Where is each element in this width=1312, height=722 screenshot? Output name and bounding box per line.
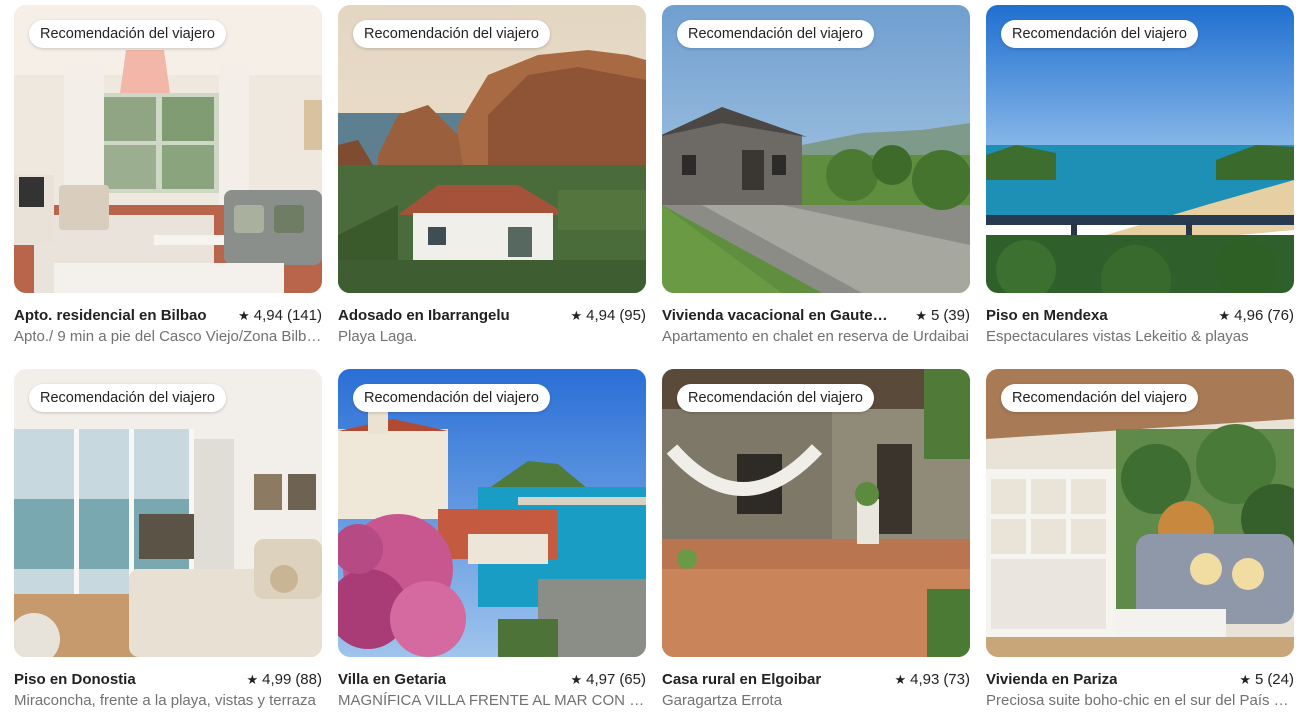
listing-photo[interactable]: Recomendación del viajero [338,5,646,293]
listing-subtitle: Preciosa suite boho-chic en el sur del P… [986,692,1294,709]
review-count: (24) [1267,671,1294,688]
review-count: (141) [286,307,322,324]
rating-value: 5 [1254,671,1264,688]
listing-subtitle: Garagartza Errota [662,692,783,709]
listing-subtitle: MAGNÍFICA VILLA FRENTE AL MAR CON JARDÍN [338,692,646,709]
star-icon: ★ [238,308,250,323]
listings-grid: Recomendación del viajero Apto. residenc… [0,0,1312,722]
review-count: (95) [619,307,646,324]
listing-photo[interactable]: Recomendación del viajero [338,369,646,657]
review-count: (39) [943,307,970,324]
rating-value: 4,94 [253,307,283,324]
bright-living-room-image [14,369,322,657]
rating-value: 4,94 [586,307,616,324]
star-icon: ★ [570,308,583,323]
listing-rating: ★ 4,96 (76) [1218,306,1294,325]
rating-value: 4,93 [910,671,940,688]
listing-title: Apto. residencial en Bilbao [14,307,207,324]
listing-title: Vivienda en Pariza [986,671,1118,688]
listing-card[interactable]: Recomendación del viajero Adosado en Iba… [338,5,646,346]
listing-title: Adosado en Ibarrangelu [338,307,510,324]
rating-value: 4,96 [1234,307,1264,324]
listing-rating: ★ 4,94 (95) [570,306,646,325]
listing-card[interactable]: Recomendación del viajero Casa rural en … [662,369,970,710]
listing-rating: ★ 4,97 (65) [570,670,646,689]
review-count: (76) [1267,307,1294,324]
traveler-recommendation-badge: Recomendación del viajero [1001,20,1198,48]
rural-patio-image [662,369,970,657]
listing-title: Vivienda vacacional en Gautegiz Arteaga [662,307,892,324]
listing-rating: ★ 5 (39) [915,306,970,325]
rating-value: 4,99 [262,671,292,688]
star-icon: ★ [915,308,927,323]
listing-title: Villa en Getaria [338,671,447,688]
listing-rating: ★ 4,93 (73) [894,670,970,689]
listing-photo[interactable]: Recomendación del viajero [14,369,322,657]
listing-rating: ★ 4,99 (88) [246,670,322,689]
traveler-recommendation-badge: Recomendación del viajero [29,20,226,48]
listing-title: Piso en Mendexa [986,307,1108,324]
coastal-cliff-house-image [338,5,646,293]
traveler-recommendation-badge: Recomendación del viajero [677,384,874,412]
listing-subtitle: Miraconcha, frente a la playa, vistas y … [14,692,316,709]
listing-rating: ★ 4,94 (141) [238,306,322,325]
traveler-recommendation-badge: Recomendación del viajero [677,20,874,48]
listing-subtitle: Playa Laga. [338,328,418,345]
listing-card[interactable]: Recomendación del viajero Vivienda en Pa… [986,369,1294,710]
rating-value: 5 [930,307,940,324]
listing-photo[interactable]: Recomendación del viajero [986,5,1294,293]
listing-card[interactable]: Recomendación del viajero Villa en Getar… [338,369,646,710]
listing-title: Casa rural en Elgoibar [662,671,822,688]
listing-subtitle: Apartamento en chalet en reserva de Urda… [662,328,969,345]
rating-value: 4,97 [586,671,616,688]
boho-suite-image [986,369,1294,657]
listing-subtitle: Apto./ 9 min a pie del Casco Viejo/Zona … [14,328,322,345]
beach-view-image [986,5,1294,293]
traveler-recommendation-badge: Recomendación del viajero [353,20,550,48]
traveler-recommendation-badge: Recomendación del viajero [29,384,226,412]
listing-title: Piso en Donostia [14,671,136,688]
star-icon: ★ [570,672,583,687]
star-icon: ★ [1239,672,1251,687]
star-icon: ★ [894,672,907,687]
listing-card[interactable]: Recomendación del viajero Piso en Donost… [14,369,322,710]
review-count: (65) [619,671,646,688]
listing-card[interactable]: Recomendación del viajero Piso en Mendex… [986,5,1294,346]
listing-card[interactable]: Recomendación del viajero Apto. residenc… [14,5,322,346]
harbour-villa-image [338,369,646,657]
review-count: (73) [943,671,970,688]
star-icon: ★ [246,672,259,687]
traveler-recommendation-badge: Recomendación del viajero [1001,384,1198,412]
listing-photo[interactable]: Recomendación del viajero [662,369,970,657]
listing-photo[interactable]: Recomendación del viajero [986,369,1294,657]
listing-photo[interactable]: Recomendación del viajero [14,5,322,293]
listing-subtitle: Espectaculares vistas Lekeitio & playas [986,328,1249,345]
living-room-image [14,5,322,293]
star-icon: ★ [1218,308,1231,323]
review-count: (88) [295,671,322,688]
traveler-recommendation-badge: Recomendación del viajero [353,384,550,412]
listing-card[interactable]: Recomendación del viajero Vivienda vacac… [662,5,970,346]
stone-country-house-image [662,5,970,293]
listing-rating: ★ 5 (24) [1239,670,1294,689]
listing-photo[interactable]: Recomendación del viajero [662,5,970,293]
